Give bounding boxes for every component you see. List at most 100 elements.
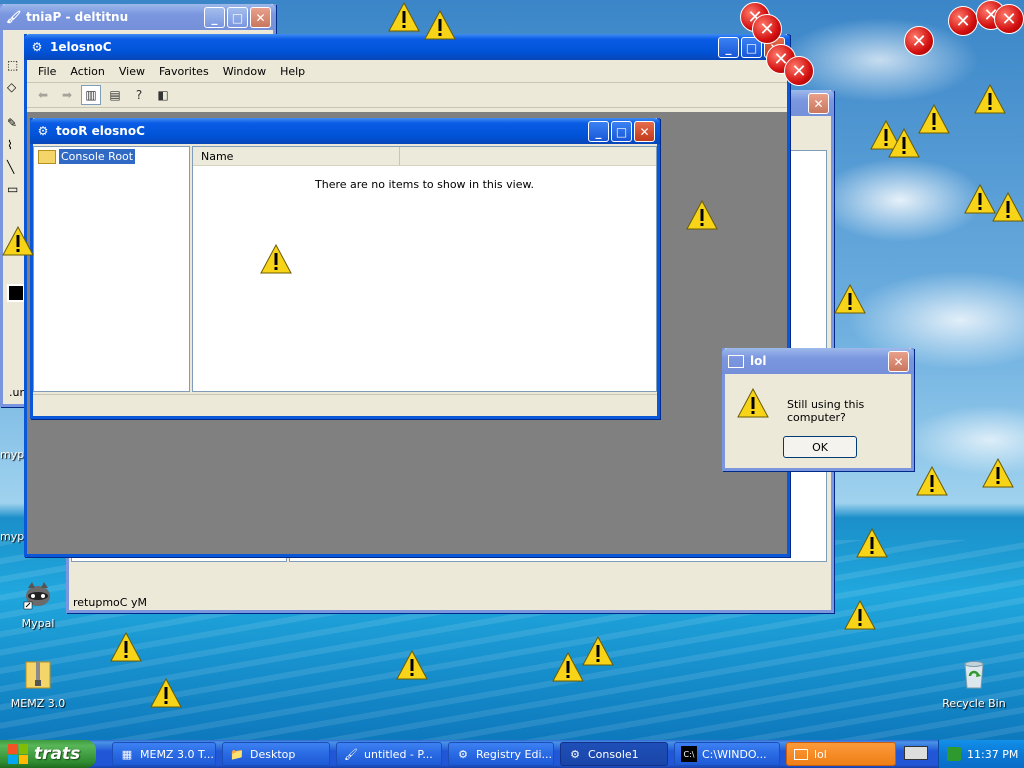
recycle-bin-icon: [964, 661, 984, 689]
task-label: Console1: [588, 747, 639, 761]
console-root-window[interactable]: ⚙ tooR elosnoC _ □ ✕ Console Root Name T…: [30, 118, 660, 419]
minimize-button[interactable]: _: [204, 7, 225, 28]
warning-icon: [110, 632, 142, 662]
empty-message: There are no items to show in this view.: [315, 178, 534, 191]
console-root-title: tooR elosnoC: [56, 124, 145, 138]
windows-flag-icon: [8, 744, 28, 764]
warning-icon: [260, 244, 292, 274]
warning-icon: [982, 458, 1014, 488]
close-button[interactable]: ✕: [888, 351, 909, 372]
task-desktop[interactable]: 📁 Desktop: [222, 742, 330, 766]
minimize-button[interactable]: _: [718, 37, 739, 58]
minimize-button[interactable]: _: [588, 121, 609, 142]
ok-button[interactable]: OK: [783, 436, 857, 458]
paint-titlebar[interactable]: 🖌 tniaP - deltitnu _ □ ✕: [0, 4, 276, 30]
paint-icon: 🖌: [6, 10, 22, 24]
warning-icon: [918, 104, 950, 134]
task-paint[interactable]: 🖌 untitled - P...: [336, 742, 442, 766]
warning-icon: [150, 678, 182, 708]
task-cmd[interactable]: C:\ C:\WINDO...: [674, 742, 780, 766]
folder-icon: 📁: [230, 747, 244, 761]
menu-window[interactable]: Window: [216, 65, 273, 78]
warning-icon: [388, 2, 420, 32]
show-tree-icon[interactable]: ▥: [81, 85, 101, 105]
paint-title: tniaP - deltitnu: [26, 10, 129, 24]
task-label: Desktop: [250, 747, 296, 761]
color-box[interactable]: [7, 284, 25, 302]
warning-icon: [834, 284, 866, 314]
zip-folder-icon: [25, 661, 51, 689]
menu-view[interactable]: View: [112, 65, 152, 78]
error-icon: ✕: [784, 56, 814, 86]
task-label: Registry Edi...: [476, 747, 553, 761]
close-button[interactable]: ✕: [808, 93, 829, 114]
warning-icon: [992, 192, 1024, 222]
task-regedit[interactable]: ⚙ Registry Edi...: [448, 742, 554, 766]
lol-titlebar[interactable]: lol ✕: [722, 348, 914, 374]
tree-pane[interactable]: Console Root: [33, 146, 190, 392]
my-computer-status: retupmoC yM: [73, 596, 147, 609]
error-icon: ✕: [948, 6, 978, 36]
forward-arrow-icon[interactable]: ➡: [57, 85, 77, 105]
console-root-statusbar: [33, 394, 657, 415]
tree-item-console-root[interactable]: Console Root: [38, 149, 136, 164]
task-memz[interactable]: ▦ MEMZ 3.0 T...: [112, 742, 216, 766]
taskbar: trats ▦ MEMZ 3.0 T... 📁 Desktop 🖌 untitl…: [0, 740, 1024, 768]
menu-favorites[interactable]: Favorites: [152, 65, 216, 78]
desktop: myp myp Mypal MEMZ 3.0 Recycle Bin 🖌 tni…: [0, 0, 1024, 740]
console1-titlebar[interactable]: ⚙ 1elosnoC _ □ ✕: [24, 34, 790, 60]
menu-file[interactable]: File: [31, 65, 63, 78]
raccoon-icon: [23, 582, 50, 610]
console-root-titlebar[interactable]: ⚙ tooR elosnoC _ □ ✕: [30, 118, 660, 144]
help-icon[interactable]: ?: [129, 85, 149, 105]
memz-icon: ▦: [121, 747, 133, 761]
network-icon[interactable]: [947, 747, 961, 761]
desktop-icon-label: myp: [0, 448, 25, 461]
task-label: untitled - P...: [364, 747, 433, 761]
lol-message: Still using this computer?: [787, 398, 865, 424]
close-button[interactable]: ✕: [250, 7, 271, 28]
task-label: C:\WINDO...: [702, 747, 767, 761]
tree-item-label: Console Root: [59, 149, 136, 164]
export-list-icon[interactable]: ▤: [105, 85, 125, 105]
column-header-name[interactable]: Name: [193, 147, 400, 165]
warning-icon: [844, 600, 876, 630]
cmd-icon: C:\: [681, 746, 697, 762]
task-lol[interactable]: lol: [786, 742, 896, 766]
warning-icon: [552, 652, 584, 682]
lol-title: lol: [750, 354, 767, 368]
warning-icon: [856, 528, 888, 558]
mmc-icon: ⚙: [31, 40, 43, 54]
keyboard-icon[interactable]: [904, 746, 928, 760]
warning-icon: [424, 10, 456, 40]
system-tray: 11:37 PM: [938, 740, 1024, 768]
desktop-icon-label: myp: [0, 530, 25, 543]
maximize-button[interactable]: □: [611, 121, 632, 142]
mmc-icon: ⚙: [37, 124, 49, 138]
warning-icon: [582, 636, 614, 666]
desktop-icon-label: MEMZ 3.0: [10, 697, 66, 710]
clock[interactable]: 11:37 PM: [967, 748, 1018, 761]
start-button[interactable]: trats: [0, 740, 96, 768]
back-arrow-icon[interactable]: ⬅: [33, 85, 53, 105]
lol-dialog[interactable]: lol ✕ Still using this computer? OK: [722, 348, 914, 471]
desktop-icon-memz[interactable]: MEMZ 3.0: [0, 658, 76, 710]
console1-toolbar: ⬅ ➡ ▥ ▤ ? ◧: [27, 83, 787, 108]
error-icon: ✕: [752, 14, 782, 44]
maximize-button[interactable]: □: [227, 7, 248, 28]
action-pane-icon[interactable]: ◧: [153, 85, 173, 105]
desktop-icon-mypal[interactable]: Mypal: [0, 578, 76, 630]
warning-icon: [737, 388, 769, 418]
window-icon: [793, 746, 809, 762]
task-console1[interactable]: ⚙ Console1: [560, 742, 668, 766]
warning-icon: [686, 200, 718, 230]
desktop-icon-recycle-bin[interactable]: Recycle Bin: [936, 658, 1012, 710]
error-icon: ✕: [994, 4, 1024, 34]
menu-action[interactable]: Action: [63, 65, 111, 78]
mmc-icon: ⚙: [570, 747, 580, 761]
folder-icon: [38, 149, 56, 164]
menu-help[interactable]: Help: [273, 65, 312, 78]
console1-title: 1elosnoC: [50, 40, 112, 54]
warning-icon: [974, 84, 1006, 114]
close-button[interactable]: ✕: [634, 121, 655, 142]
